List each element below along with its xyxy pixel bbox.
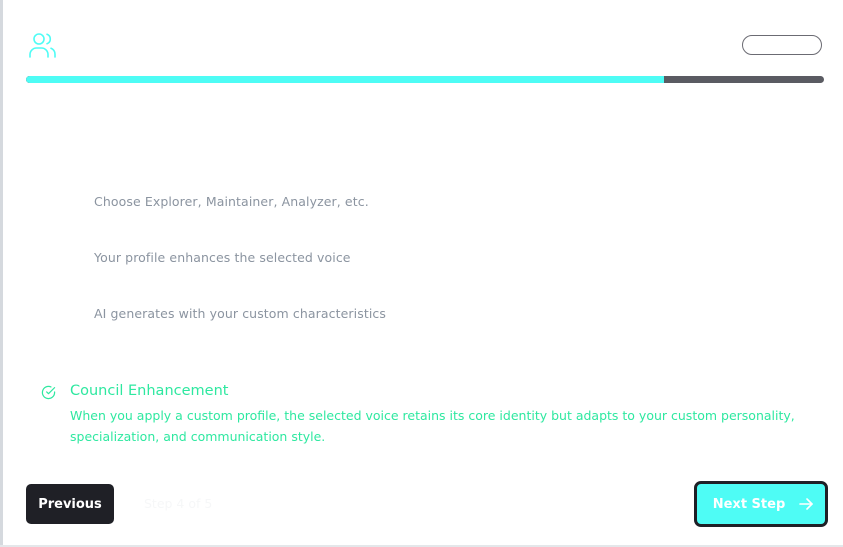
check-circle-icon [41,385,56,400]
progress-bar [26,76,824,83]
note-body: When you apply a custom profile, the sel… [70,408,795,444]
next-step-button[interactable]: Next Step [694,481,828,527]
arrow-right-icon [799,498,814,510]
wizard-panel: Choose Explorer, Maintainer, Analyzer, e… [0,0,843,547]
progress-bar-fill [26,76,665,83]
panel-left-edge [0,0,3,547]
users-icon [29,33,56,58]
note-title: Council Enhancement [70,383,229,399]
step-counter: Step 4 of 5 [144,496,213,511]
step-item-3: AI generates with your custom characteri… [94,306,387,321]
previous-button[interactable]: Previous [26,484,114,524]
header-pill-button[interactable] [742,35,822,55]
step-item-2: Your profile enhances the selected voice [94,250,351,265]
next-step-label: Next Step [712,496,786,512]
step-item-1: Choose Explorer, Maintainer, Analyzer, e… [94,194,369,209]
